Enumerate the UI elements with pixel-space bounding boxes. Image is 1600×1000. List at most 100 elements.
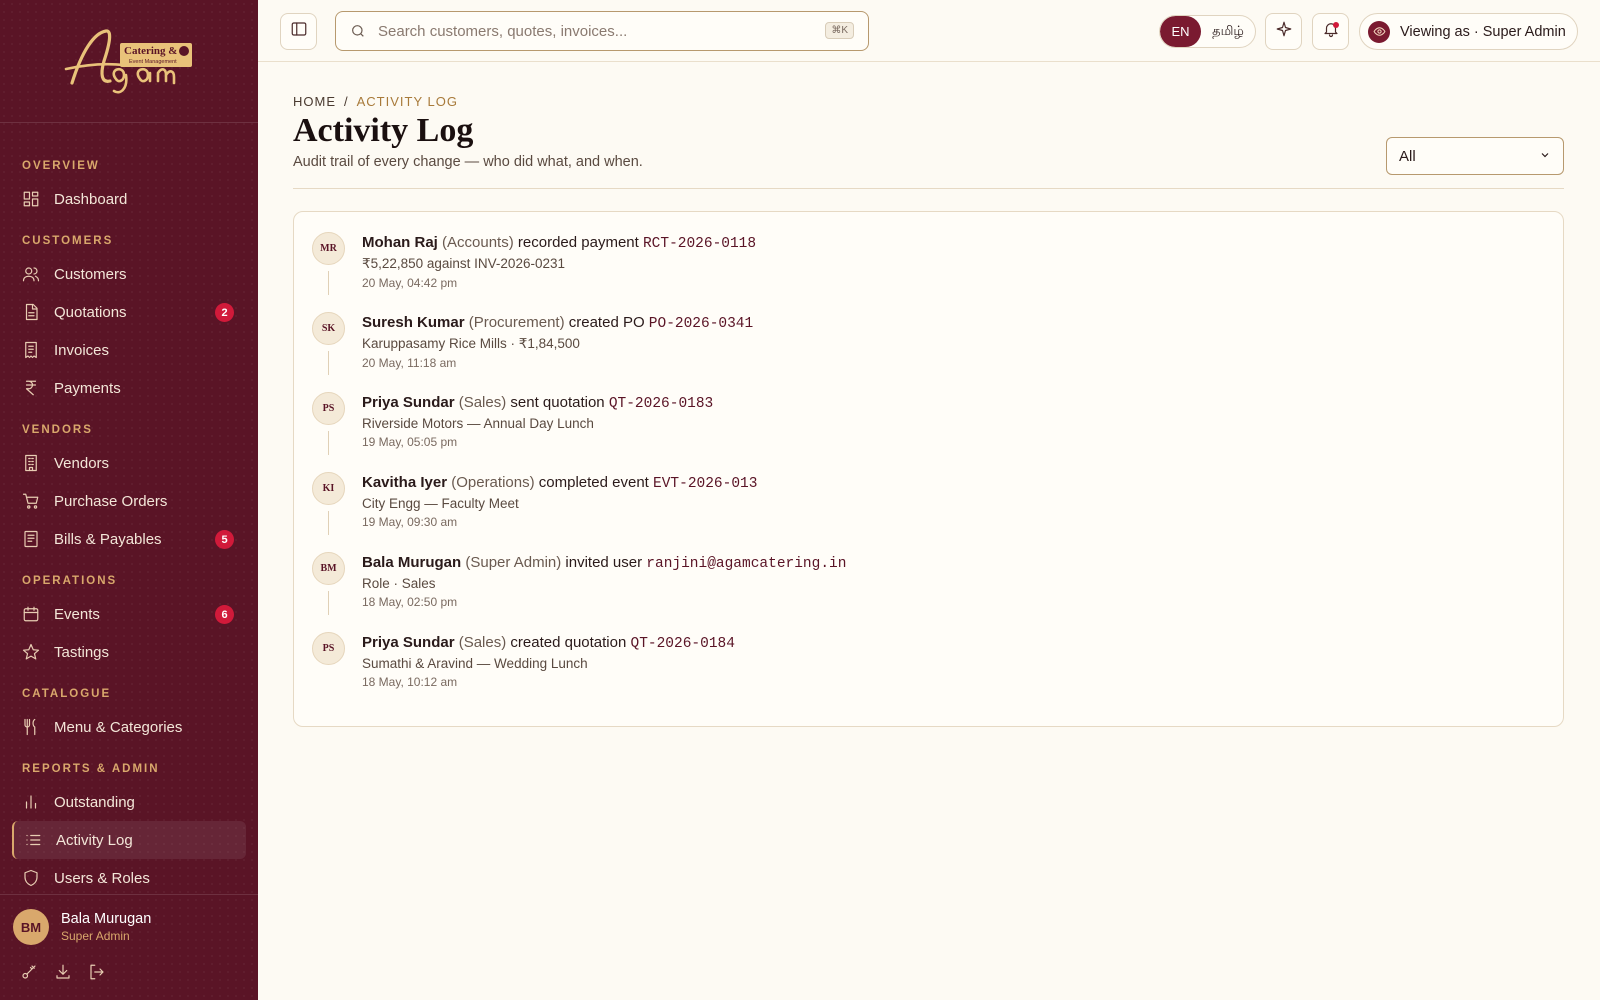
filter-selected-value: All: [1399, 147, 1416, 165]
avatar[interactable]: BM: [13, 909, 49, 945]
notifications-button[interactable]: [1312, 13, 1349, 50]
reference-link[interactable]: QT-2026-0184: [631, 636, 735, 652]
sidebar-item-label: Customers: [54, 265, 127, 283]
actor-name: Suresh Kumar: [362, 314, 465, 331]
sidebar-toggle-icon: [290, 20, 308, 43]
logout-icon[interactable]: [88, 963, 106, 986]
calendar-icon: [22, 605, 40, 623]
agam-logo-icon: Catering & Event Management: [64, 29, 192, 94]
actor-avatar: KI: [312, 472, 345, 505]
sidebar-item-customers[interactable]: Customers: [0, 255, 258, 293]
reference-link[interactable]: ranjini@agamcatering.in: [646, 556, 846, 572]
activity-detail: Karuppasamy Rice Mills · ₹1,84,500: [362, 336, 580, 351]
nav-section-overview: OVERVIEW: [22, 160, 100, 172]
file-icon: [22, 303, 40, 321]
sidebar-nav: OVERVIEW Dashboard CUSTOMERS Customers Q…: [0, 123, 258, 897]
events-count-badge: 6: [215, 605, 234, 624]
sidebar-item-tastings[interactable]: Tastings: [0, 633, 258, 671]
search-icon: [350, 23, 366, 39]
action-text: created quotation: [510, 634, 627, 651]
list-icon: [24, 831, 42, 849]
main-content: HOME / ACTIVITY LOG Activity Log Audit tra…: [293, 62, 1564, 727]
sidebar-item-outstanding[interactable]: Outstanding: [0, 783, 258, 821]
activity-filter-select[interactable]: All: [1386, 137, 1564, 175]
sidebar-item-vendors[interactable]: Vendors: [0, 444, 258, 482]
actor-avatar: SK: [312, 312, 345, 345]
bar-chart-icon: [22, 793, 40, 811]
sidebar-item-menu-categories[interactable]: Menu & Categories: [0, 708, 258, 746]
brand-logo[interactable]: Catering & Event Management: [0, 0, 258, 123]
list-item: BM Bala Murugan (Super Admin) invited us…: [312, 552, 1545, 632]
search-input[interactable]: [378, 22, 808, 40]
activity-timestamp: 18 May, 02:50 pm: [362, 595, 458, 609]
timeline-connector: [328, 351, 329, 375]
actor-role: (Sales): [458, 634, 507, 651]
sidebar-item-invoices[interactable]: Invoices: [0, 331, 258, 369]
sidebar-item-users-roles[interactable]: Users & Roles: [0, 859, 258, 897]
global-search[interactable]: ⌘K: [335, 11, 869, 51]
timeline-connector: [328, 591, 329, 615]
activity-feed: MR Mohan Raj (Accounts) recorded payment…: [293, 211, 1564, 727]
nav-section-catalogue: CATALOGUE: [22, 688, 112, 700]
bill-icon: [22, 530, 40, 548]
activity-detail: Riverside Motors — Annual Day Lunch: [362, 416, 594, 431]
reference-link[interactable]: PO-2026-0341: [649, 316, 753, 332]
sidebar-item-label: Bills & Payables: [54, 530, 162, 548]
sidebar-item-purchase-orders[interactable]: Purchase Orders: [0, 482, 258, 520]
reference-link[interactable]: EVT-2026-013: [653, 476, 757, 492]
page-subtitle: Audit trail of every change — who did wh…: [293, 154, 643, 170]
sidebar-item-label: Quotations: [54, 303, 127, 321]
sidebar-item-label: Outstanding: [54, 793, 135, 811]
eye-icon: [1368, 20, 1390, 43]
sidebar-item-label: Purchase Orders: [54, 492, 168, 510]
actor-avatar: MR: [312, 232, 345, 265]
timeline-connector: [328, 511, 329, 535]
sidebar-item-label: Tastings: [54, 643, 110, 661]
activity-timestamp: 20 May, 04:42 pm: [362, 276, 458, 290]
sidebar-toggle-button[interactable]: [280, 13, 317, 50]
activity-timestamp: 19 May, 09:30 am: [362, 515, 458, 529]
sidebar-item-label: Activity Log: [56, 831, 133, 849]
sidebar-item-bills-payables[interactable]: Bills & Payables 5: [0, 520, 258, 558]
viewing-as-role-button[interactable]: Viewing as · Super Admin: [1359, 13, 1578, 50]
breadcrumb: HOME / ACTIVITY LOG: [293, 94, 1564, 109]
actor-role: (Super Admin): [465, 554, 562, 571]
reference-link[interactable]: QT-2026-0183: [609, 396, 713, 412]
search-shortcut-hint: ⌘K: [825, 22, 854, 39]
sidebar-item-label: Events: [54, 605, 100, 623]
actor-role: (Sales): [458, 394, 507, 411]
actor-role: (Procurement): [468, 314, 565, 331]
sidebar-item-activity-log[interactable]: Activity Log: [12, 821, 246, 859]
nav-section-reports-admin: REPORTS & ADMIN: [22, 763, 160, 775]
reference-link[interactable]: RCT-2026-0118: [643, 236, 756, 252]
key-icon[interactable]: [20, 963, 38, 986]
list-item: PS Priya Sundar (Sales) sent quotation Q…: [312, 392, 1545, 472]
logo-text-line2: Event Management: [129, 59, 177, 65]
language-switcher: EN தமிழ்: [1159, 15, 1256, 48]
lang-tamil-button[interactable]: தமிழ்: [1201, 16, 1255, 47]
users-icon: [22, 265, 40, 283]
sidebar-item-events[interactable]: Events 6: [0, 595, 258, 633]
lang-en-button[interactable]: EN: [1160, 16, 1201, 47]
rupee-icon: [22, 379, 40, 397]
user-role: Super Admin: [61, 929, 130, 943]
download-icon[interactable]: [54, 963, 72, 986]
actor-avatar: BM: [312, 552, 345, 585]
top-bar: ⌘K EN தமிழ் Viewing as · Super Admin: [258, 0, 1600, 62]
breadcrumb-home[interactable]: HOME: [293, 94, 336, 109]
shield-icon: [22, 869, 40, 887]
actor-role: (Operations): [451, 474, 535, 491]
actor-name: Kavitha Iyer: [362, 474, 448, 491]
sidebar-item-payments[interactable]: Payments: [0, 369, 258, 407]
utensils-icon: [22, 718, 40, 736]
sidebar-item-dashboard[interactable]: Dashboard: [0, 180, 258, 218]
nav-section-operations: OPERATIONS: [22, 575, 118, 587]
action-text: sent quotation: [510, 394, 605, 411]
activity-detail: Role · Sales: [362, 576, 436, 591]
ai-assistant-button[interactable]: [1265, 13, 1302, 50]
sidebar-item-quotations[interactable]: Quotations 2: [0, 293, 258, 331]
timeline-connector: [328, 271, 329, 295]
list-item: SK Suresh Kumar (Procurement) created PO…: [312, 312, 1545, 392]
sidebar-item-label: Payments: [54, 379, 121, 397]
action-text: recorded payment: [517, 234, 639, 251]
